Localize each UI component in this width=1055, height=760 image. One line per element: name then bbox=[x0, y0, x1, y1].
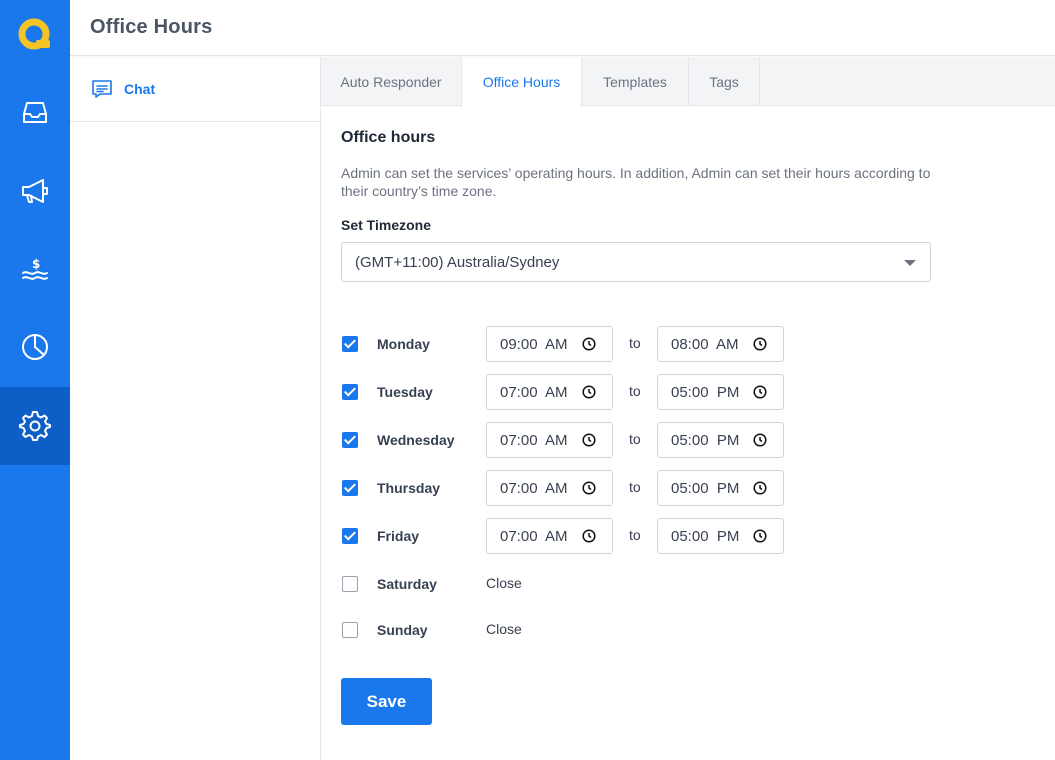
monday-start-time-input[interactable]: 09:00 AM bbox=[486, 326, 613, 362]
megaphone-icon bbox=[22, 179, 48, 203]
time-value: 07:00 AM bbox=[500, 383, 568, 401]
to-label: to bbox=[629, 383, 641, 399]
sunday-checkbox[interactable] bbox=[342, 622, 358, 638]
logo-icon bbox=[18, 18, 50, 50]
friday-start-time-input[interactable]: 07:00 AM bbox=[486, 518, 613, 554]
day-label: Friday bbox=[377, 528, 420, 544]
clock-icon bbox=[582, 337, 596, 351]
save-button[interactable]: Save bbox=[341, 678, 432, 725]
day-label: Sunday bbox=[377, 622, 428, 638]
clock-icon bbox=[753, 385, 767, 399]
time-value: 05:00 PM bbox=[671, 383, 740, 401]
clock-icon bbox=[753, 529, 767, 543]
day-row-friday: Friday 07:00 AM to 05:00 PM bbox=[341, 518, 1041, 554]
clock-icon bbox=[753, 433, 767, 447]
thursday-end-time-input[interactable]: 05:00 PM bbox=[657, 470, 784, 506]
inbox-icon bbox=[23, 102, 47, 123]
top-bar: Office Hours bbox=[70, 0, 1055, 56]
to-label: to bbox=[629, 431, 641, 447]
svg-text:$: $ bbox=[32, 257, 40, 271]
thursday-checkbox[interactable] bbox=[342, 480, 358, 496]
clock-icon bbox=[582, 529, 596, 543]
tab-templates[interactable]: Templates bbox=[582, 57, 689, 106]
settings-tabs: Auto Responder Office Hours Templates Ta… bbox=[321, 57, 1055, 107]
to-label: to bbox=[629, 527, 641, 543]
friday-checkbox[interactable] bbox=[342, 528, 358, 544]
rail-settings[interactable] bbox=[0, 387, 70, 465]
day-row-sunday: Sunday Close bbox=[341, 612, 1041, 648]
clock-icon bbox=[582, 481, 596, 495]
tuesday-end-time-input[interactable]: 05:00 PM bbox=[657, 374, 784, 410]
left-rail: $ bbox=[0, 0, 70, 760]
settings-subnav: Chat bbox=[70, 57, 321, 760]
timezone-label: Set Timezone bbox=[341, 217, 431, 233]
tuesday-start-time-input[interactable]: 07:00 AM bbox=[486, 374, 613, 410]
day-row-monday: Monday 09:00 AM to 08:00 AM bbox=[341, 326, 1041, 362]
wednesday-checkbox[interactable] bbox=[342, 432, 358, 448]
gear-icon bbox=[19, 411, 51, 441]
tab-auto-responder[interactable]: Auto Responder bbox=[321, 57, 462, 106]
time-value: 05:00 PM bbox=[671, 431, 740, 449]
friday-end-time-input[interactable]: 05:00 PM bbox=[657, 518, 784, 554]
day-label: Saturday bbox=[377, 576, 437, 592]
rail-inbox[interactable] bbox=[0, 73, 70, 151]
time-value: 09:00 AM bbox=[500, 335, 568, 353]
day-row-thursday: Thursday 07:00 AM to 05:00 PM bbox=[341, 470, 1041, 506]
rail-reports[interactable] bbox=[0, 308, 70, 386]
rail-billing[interactable]: $ bbox=[0, 230, 70, 308]
saturday-checkbox[interactable] bbox=[342, 576, 358, 592]
day-row-tuesday: Tuesday 07:00 AM to 05:00 PM bbox=[341, 374, 1041, 410]
clock-icon bbox=[753, 481, 767, 495]
logo[interactable] bbox=[0, 0, 70, 70]
wednesday-end-time-input[interactable]: 05:00 PM bbox=[657, 422, 784, 458]
closed-status: Close bbox=[486, 621, 522, 637]
billing-icon: $ bbox=[22, 257, 48, 280]
rail-broadcast[interactable] bbox=[0, 152, 70, 230]
timezone-select[interactable]: (GMT+11:00) Australia/Sydney bbox=[341, 242, 931, 282]
to-label: to bbox=[629, 335, 641, 351]
time-value: 05:00 PM bbox=[671, 479, 740, 497]
day-row-wednesday: Wednesday 07:00 AM to 05:00 PM bbox=[341, 422, 1041, 458]
page-title: Office Hours bbox=[90, 16, 213, 38]
subnav-item-chat[interactable]: Chat bbox=[70, 57, 320, 122]
clock-icon bbox=[582, 433, 596, 447]
time-value: 07:00 AM bbox=[500, 431, 568, 449]
thursday-start-time-input[interactable]: 07:00 AM bbox=[486, 470, 613, 506]
tab-tags[interactable]: Tags bbox=[689, 57, 760, 106]
section-title: Office hours bbox=[341, 129, 436, 146]
day-row-saturday: Saturday Close bbox=[341, 566, 1041, 602]
day-label: Wednesday bbox=[377, 432, 455, 448]
time-value: 05:00 PM bbox=[671, 527, 740, 545]
time-value: 07:00 AM bbox=[500, 527, 568, 545]
clock-icon bbox=[582, 385, 596, 399]
wednesday-start-time-input[interactable]: 07:00 AM bbox=[486, 422, 613, 458]
clock-icon bbox=[753, 337, 767, 351]
time-value: 08:00 AM bbox=[671, 335, 739, 353]
pie-chart-icon bbox=[22, 334, 48, 360]
day-label: Tuesday bbox=[377, 384, 433, 400]
section-description: Admin can set the services’ operating ho… bbox=[341, 165, 931, 199]
chat-icon bbox=[92, 80, 112, 98]
time-value: 07:00 AM bbox=[500, 479, 568, 497]
closed-status: Close bbox=[486, 575, 522, 591]
day-label: Monday bbox=[377, 336, 430, 352]
day-label: Thursday bbox=[377, 480, 441, 496]
monday-end-time-input[interactable]: 08:00 AM bbox=[657, 326, 784, 362]
tab-office-hours[interactable]: Office Hours bbox=[461, 57, 582, 107]
timezone-value: (GMT+11:00) Australia/Sydney bbox=[355, 253, 560, 271]
tuesday-checkbox[interactable] bbox=[342, 384, 358, 400]
caret-down-icon bbox=[904, 260, 916, 266]
to-label: to bbox=[629, 479, 641, 495]
monday-checkbox[interactable] bbox=[342, 336, 358, 352]
subnav-item-label: Chat bbox=[124, 81, 156, 97]
